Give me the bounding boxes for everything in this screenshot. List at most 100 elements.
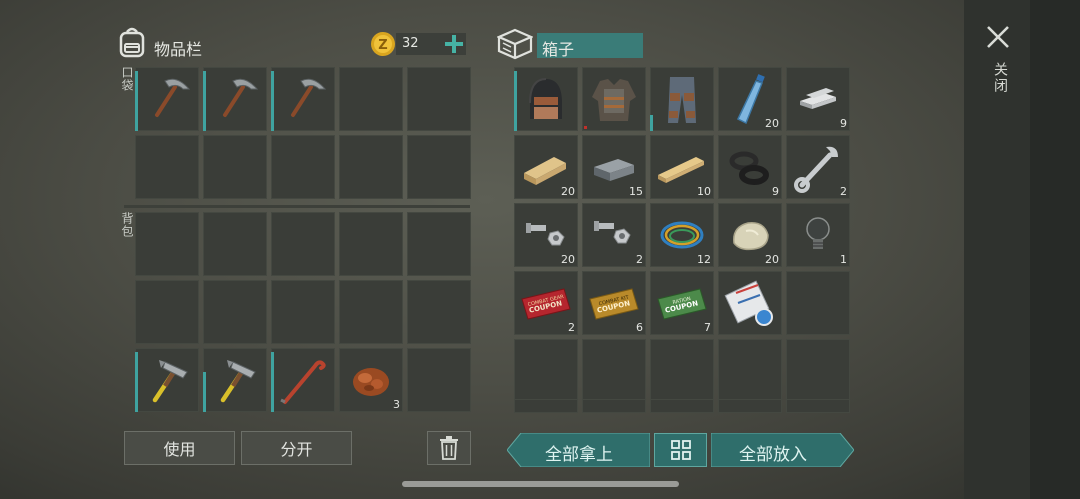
pocket-slot[interactable] (339, 67, 403, 131)
backpack-slot[interactable] (271, 212, 335, 276)
container-title: 箱子 (542, 40, 575, 59)
pocket-label: 口袋 (120, 66, 134, 92)
container-slot[interactable]: 20 (718, 203, 782, 267)
durability-warning (584, 126, 587, 129)
backpack-slot[interactable] (407, 280, 471, 344)
armored-pants-icon (668, 77, 696, 123)
item-count: 9 (772, 185, 779, 198)
pocket-slot[interactable] (135, 135, 199, 199)
container-slot[interactable]: 9 (786, 67, 850, 131)
durability-bar (514, 71, 517, 131)
container-slot[interactable]: 12 (650, 203, 714, 267)
item-count: 20 (561, 185, 575, 198)
container-slot[interactable]: COMBAT KIT COUPON 6 (582, 271, 646, 335)
item-count: 9 (840, 117, 847, 130)
item-count: 12 (697, 253, 711, 266)
pocket-divider (124, 205, 470, 208)
container-slot[interactable] (650, 67, 714, 131)
backpack-slot[interactable] (135, 280, 199, 344)
body-armor-icon (592, 79, 636, 121)
trash-icon (440, 436, 458, 460)
helmet-icon (529, 78, 562, 119)
backpack-slot[interactable]: 3 (339, 348, 403, 412)
hammer-icon (152, 360, 188, 403)
container-grid: 20 9 20 15 10 9 2 20 2 12 20 1 COMBAT GEAR COUPON 2 COM… (514, 67, 850, 403)
container-slot[interactable]: 2 (786, 135, 850, 199)
pickaxe-icon (291, 78, 327, 117)
durability-bar (135, 352, 138, 412)
container-slot[interactable]: 9 (718, 135, 782, 199)
coin-icon: Z (370, 31, 396, 61)
backpack-slot[interactable] (203, 348, 267, 412)
crowbar-icon (280, 360, 326, 404)
svg-text:Z: Z (378, 38, 387, 53)
coin-count: 32 (402, 36, 419, 51)
item-count: 2 (568, 321, 575, 334)
take-all-button[interactable]: 全部拿上 (507, 433, 650, 467)
item-count: 7 (704, 321, 711, 334)
backpack-slot[interactable] (271, 348, 335, 412)
container-slot[interactable] (582, 67, 646, 131)
item-count: 10 (697, 185, 711, 198)
inventory-title: 物品栏 (154, 40, 203, 59)
item-count: 2 (840, 185, 847, 198)
pocket-slot[interactable] (407, 67, 471, 131)
container-slot[interactable]: 20 (514, 203, 578, 267)
add-coins-button[interactable] (444, 34, 464, 54)
container-slot[interactable]: 20 (718, 67, 782, 131)
backpack-slot[interactable] (271, 280, 335, 344)
container-slot[interactable]: 2 (582, 203, 646, 267)
pocket-slot[interactable] (203, 135, 267, 199)
pickaxe-icon (155, 78, 191, 117)
container-slot[interactable] (514, 67, 578, 131)
container-slot[interactable]: 10 (650, 135, 714, 199)
pocket-slot[interactable] (339, 135, 403, 199)
container-slot[interactable]: COMBAT GEAR COUPON 2 (514, 271, 578, 335)
blueprint-icon (724, 280, 773, 326)
backpack-slot[interactable] (135, 348, 199, 412)
container-slot[interactable]: 1 (786, 203, 850, 267)
pickaxe-icon (223, 78, 259, 117)
split-button[interactable]: 分开 (241, 431, 352, 465)
container-slot[interactable] (582, 339, 646, 403)
container-slot[interactable]: RATION COUPON 7 (650, 271, 714, 335)
container-slot[interactable] (786, 271, 850, 335)
durability-bar (203, 71, 206, 131)
item-count: 20 (561, 253, 575, 266)
container-slot[interactable]: 15 (582, 135, 646, 199)
hammer-icon (220, 360, 256, 403)
pocket-slot[interactable] (203, 67, 267, 131)
container-slot[interactable] (786, 339, 850, 403)
container-slot[interactable] (718, 339, 782, 403)
durability-bar (271, 71, 274, 131)
backpack-slot[interactable] (339, 280, 403, 344)
grid-icon (670, 440, 691, 460)
backpack-slot[interactable] (339, 212, 403, 276)
container-slot[interactable] (718, 271, 782, 335)
close-button[interactable]: 关闭 (984, 24, 1012, 100)
container-grid-scroll-edge (514, 399, 850, 413)
backpack-slot[interactable] (135, 212, 199, 276)
container-slot[interactable]: 20 (514, 135, 578, 199)
home-indicator[interactable] (402, 481, 679, 487)
backpack-grid: 3 (135, 212, 471, 412)
item-count: 2 (636, 253, 643, 266)
container-slot[interactable] (650, 339, 714, 403)
pocket-slot[interactable] (407, 135, 471, 199)
put-all-button[interactable]: 全部放入 (711, 433, 854, 467)
pocket-slot[interactable] (271, 67, 335, 131)
take-all-label: 全部拿上 (545, 445, 613, 465)
backpack-slot[interactable] (407, 212, 471, 276)
use-button[interactable]: 使用 (124, 431, 235, 465)
backpack-slot[interactable] (407, 348, 471, 412)
pocket-slot[interactable] (271, 135, 335, 199)
backpack-slot[interactable] (203, 212, 267, 276)
sort-button[interactable] (654, 433, 707, 467)
close-label: 关闭 (992, 62, 1008, 94)
backpack-icon (117, 26, 147, 58)
box-icon (496, 28, 534, 60)
backpack-slot[interactable] (203, 280, 267, 344)
trash-button[interactable] (427, 431, 471, 465)
container-slot[interactable] (514, 339, 578, 403)
pocket-slot[interactable] (135, 67, 199, 131)
